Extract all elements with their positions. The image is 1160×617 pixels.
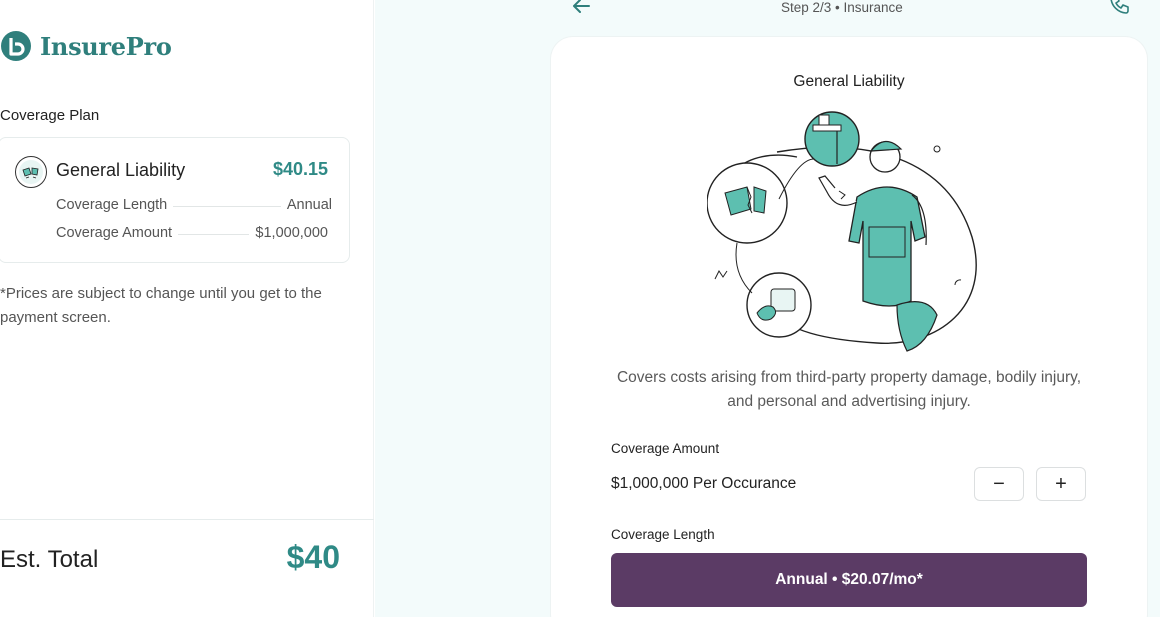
general-liability-illustration (707, 111, 977, 352)
main-area: Step 2/3 • Insurance General Liability C… (375, 0, 1160, 617)
total-divider (0, 519, 374, 520)
plan-row-coverage-amount: Coverage Amount $1,000,000 (56, 225, 328, 241)
call-button[interactable] (1108, 0, 1132, 16)
card-title: General Liability (793, 73, 905, 90)
coverage-card: General Liability Covers costs arising f… (551, 37, 1147, 617)
plan-row-coverage-length: Coverage Length Annual (56, 197, 332, 213)
plan-price: $40.15 (272, 159, 328, 179)
broken-vase-icon (15, 156, 47, 188)
plan-row-label: Coverage Length (56, 197, 168, 213)
insurepro-logo-icon (1, 31, 31, 61)
est-total-label: Est. Total (0, 546, 99, 573)
plan-row-value: Annual (286, 197, 332, 213)
coverage-plan-heading: Coverage Plan (0, 107, 100, 124)
coverage-summary-panel: InsurePro Coverage Plan General Liabilit… (0, 0, 374, 617)
plan-card: General Liability $40.15 Coverage Length… (0, 137, 350, 263)
coverage-description: Covers costs arising from third-party pr… (616, 369, 1082, 410)
coverage-amount-value: $1,000,000 Per Occurance (611, 475, 797, 492)
brand-name: InsurePro (40, 31, 172, 61)
coverage-length-option-annual[interactable]: Annual • $20.07/mo* (611, 553, 1087, 607)
phone-icon (1110, 0, 1129, 14)
row-divider (173, 205, 281, 207)
coverage-length-label: Coverage Length (611, 527, 715, 542)
arrow-left-icon (573, 0, 590, 13)
est-total-value: $40 (286, 539, 340, 575)
step-indicator: Step 2/3 • Insurance (781, 0, 903, 15)
brand[interactable]: InsurePro (0, 30, 172, 62)
row-divider (178, 233, 250, 235)
increase-amount-button[interactable]: + (1036, 467, 1086, 501)
price-disclaimer: *Prices are subject to change until you … (0, 285, 322, 326)
plan-row-label: Coverage Amount (56, 225, 173, 241)
plan-name: General Liability (56, 160, 186, 180)
back-button[interactable] (569, 0, 593, 18)
decrease-amount-button[interactable]: − (974, 467, 1024, 501)
coverage-amount-label: Coverage Amount (611, 441, 720, 456)
plan-row-value: $1,000,000 (255, 225, 328, 241)
